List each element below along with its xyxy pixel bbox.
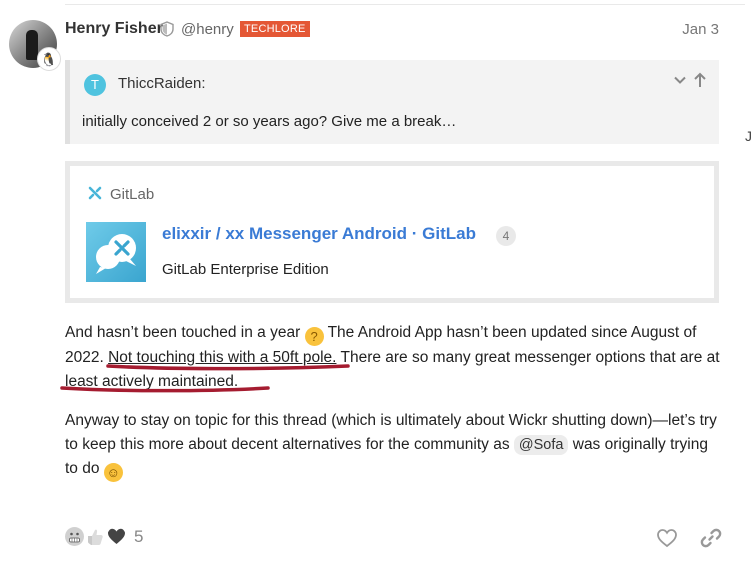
thinking-face-icon: ? xyxy=(304,327,324,346)
post-paragraph-2: Anyway to stay on topic for this thread … xyxy=(65,409,725,482)
author-name[interactable]: Henry Fisher xyxy=(65,20,163,38)
thumbs-up-icon[interactable] xyxy=(86,527,105,546)
link-icon[interactable] xyxy=(700,527,722,549)
paragraph-text: And hasn’t been touched in a year xyxy=(65,324,305,341)
chat-bubbles-icon xyxy=(96,234,136,274)
shield-icon xyxy=(160,21,174,37)
preview-title-link[interactable]: elixxir / xx Messenger Android · GitLab xyxy=(162,224,476,244)
underlined-text: Not touching this with a 50ft pole. xyxy=(108,349,337,366)
arrow-up-icon[interactable] xyxy=(693,72,707,88)
top-divider xyxy=(65,4,745,5)
user-flair-badge: TECHLORE xyxy=(240,21,310,37)
post-date[interactable]: Jan 3 xyxy=(682,21,719,38)
reaction-count[interactable]: 5 xyxy=(134,527,143,547)
reactions-bar[interactable]: 5 xyxy=(65,527,155,549)
clipped-edge-text: J xyxy=(745,128,752,144)
preview-description: GitLab Enterprise Edition xyxy=(162,261,329,278)
quote-username[interactable]: ThiccRaiden: xyxy=(118,75,206,92)
slightly-smiling-face-icon: ☺ xyxy=(103,463,123,482)
post-paragraph-1: And hasn’t been touched in a year ? The … xyxy=(65,321,725,394)
username[interactable]: @henry xyxy=(181,21,234,38)
link-preview-card[interactable]: GitLab elixxir / xx Messenger Android · … xyxy=(65,161,719,303)
chevron-down-icon[interactable] xyxy=(673,73,687,87)
grimacing-face-icon[interactable] xyxy=(65,527,84,546)
penguin-badge-icon: 🐧 xyxy=(37,47,61,71)
preview-site-name: GitLab xyxy=(110,186,155,203)
avatar-figure xyxy=(26,30,38,60)
user-mention[interactable]: @Sofa xyxy=(513,435,569,455)
quote-avatar: T xyxy=(84,74,106,96)
quote-text: initially conceived 2 or so years ago? G… xyxy=(82,113,457,130)
click-count-badge: 4 xyxy=(496,226,516,246)
heart-like-icon[interactable] xyxy=(656,528,678,548)
preview-thumbnail xyxy=(86,222,146,282)
gitlab-icon xyxy=(88,186,102,200)
black-heart-icon[interactable] xyxy=(107,527,126,546)
quote-block: T ThiccRaiden: initially conceived 2 or … xyxy=(65,60,719,144)
